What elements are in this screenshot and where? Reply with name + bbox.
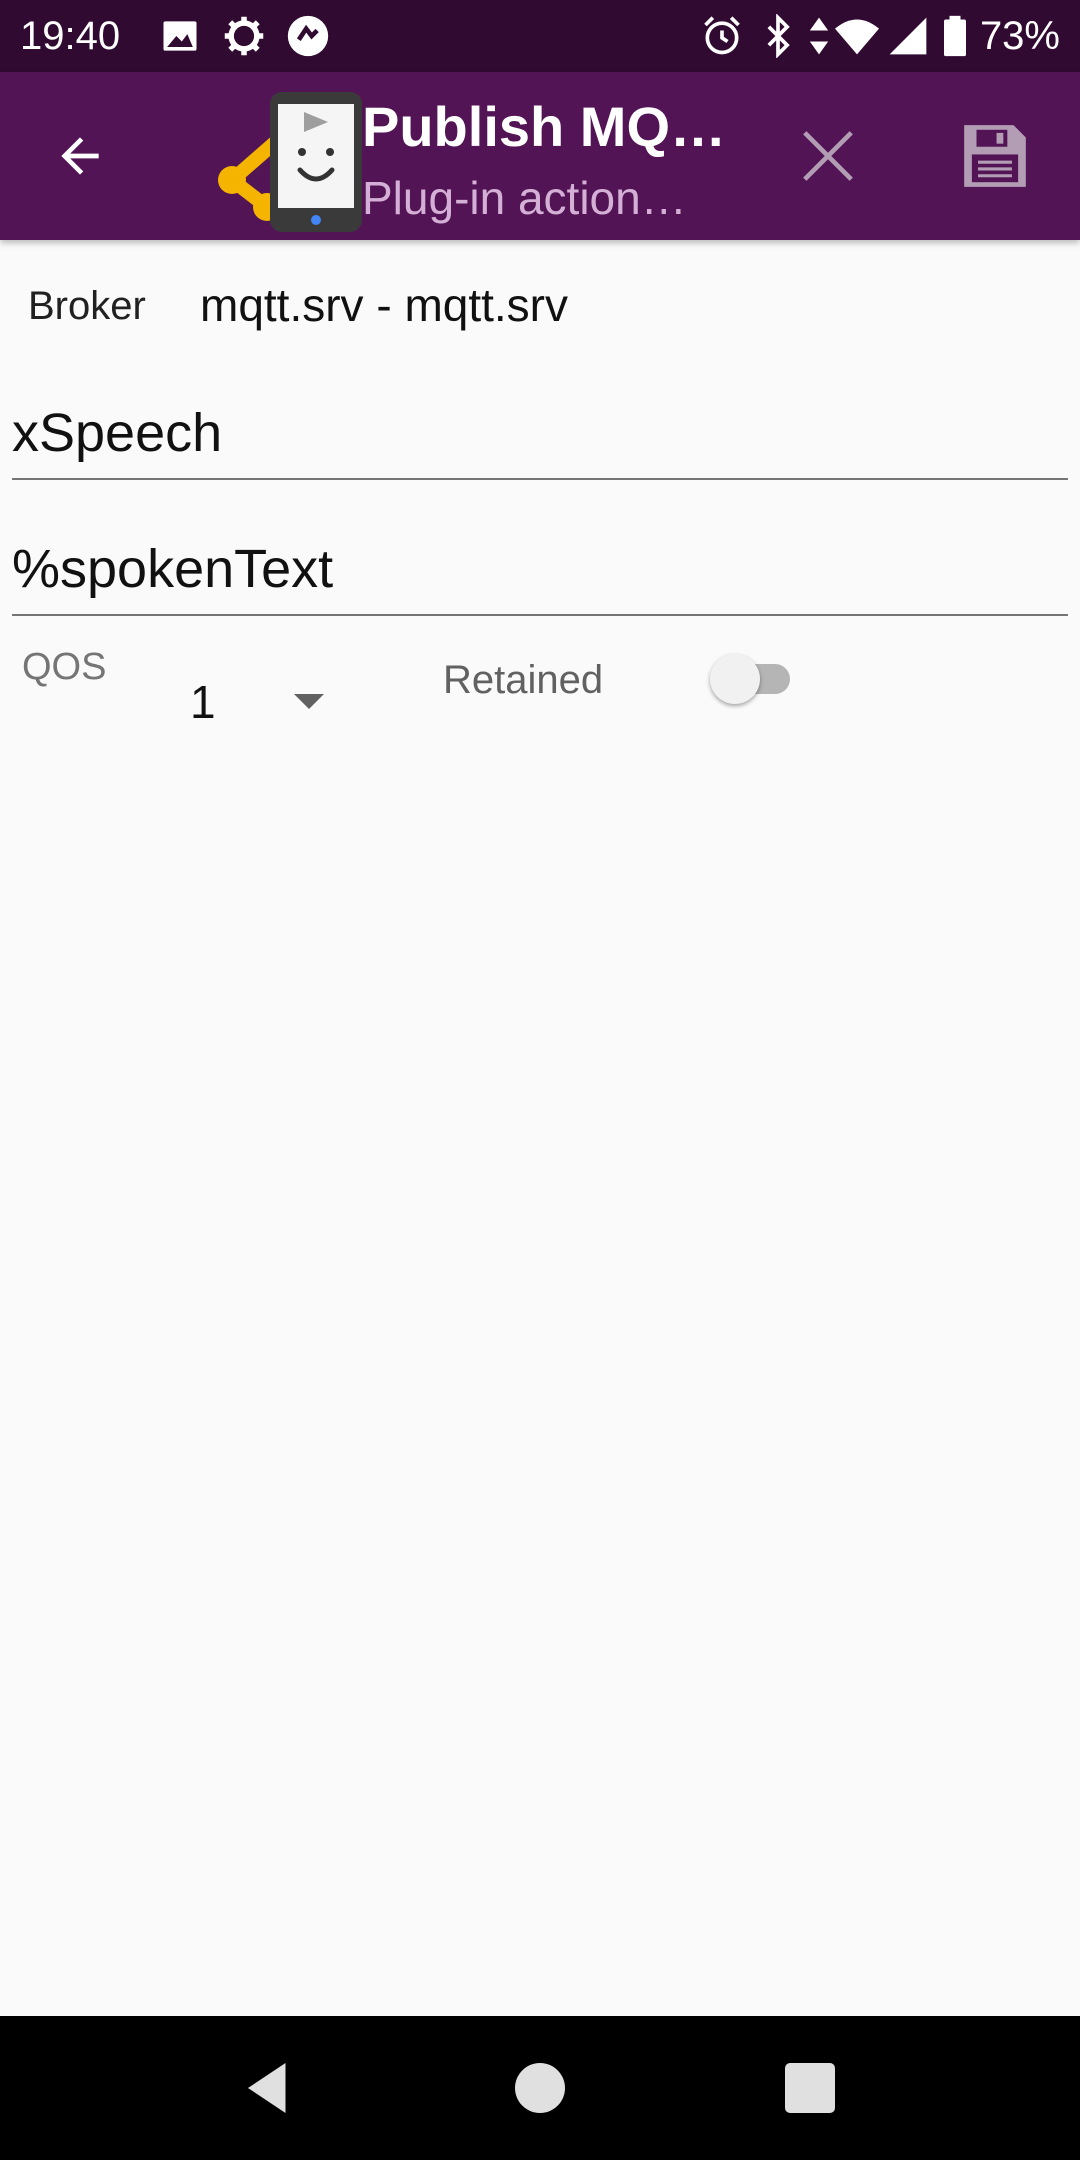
qos-label: QOS — [22, 646, 107, 688]
qos-dropdown[interactable]: 1 — [180, 670, 340, 734]
status-bar: 19:40 73% — [0, 0, 1080, 72]
back-triangle-icon — [248, 2063, 286, 2113]
back-button[interactable] — [40, 116, 120, 196]
app-notification-icon — [287, 15, 329, 57]
toggle-thumb — [710, 654, 760, 704]
broker-selector[interactable]: mqtt.srv - mqtt.srv — [200, 278, 568, 332]
close-icon — [803, 131, 853, 181]
nav-home-button[interactable] — [500, 2048, 580, 2128]
settings-icon — [224, 16, 264, 56]
app-bar: Publish MQ… Plug-in action… — [0, 72, 1080, 240]
retained-toggle[interactable] — [706, 650, 802, 706]
broker-label: Broker — [28, 284, 146, 328]
retained-label: Retained — [443, 658, 604, 702]
alarm-icon — [704, 16, 740, 55]
save-icon — [964, 125, 1026, 187]
page-title: Publish MQ… — [362, 95, 726, 158]
navigation-bar — [0, 2016, 1080, 2160]
payload-value: %spokenText — [12, 539, 334, 599]
battery-percent: 73% — [979, 14, 1060, 58]
bluetooth-icon — [767, 14, 790, 58]
dropdown-arrow-icon — [294, 694, 324, 709]
wifi-icon — [835, 19, 879, 55]
nav-back-button[interactable] — [228, 2048, 308, 2128]
topic-field[interactable]: xSpeech — [12, 400, 1068, 480]
close-button[interactable] — [788, 116, 868, 196]
status-time: 19:40 — [20, 14, 121, 58]
topic-value: xSpeech — [12, 403, 223, 463]
recents-square-icon — [785, 2063, 835, 2113]
image-icon — [163, 21, 197, 51]
payload-field[interactable]: %spokenText — [12, 536, 1068, 616]
page-subtitle: Plug-in action… — [362, 172, 687, 224]
qos-value: 1 — [190, 676, 216, 728]
save-button[interactable] — [950, 116, 1040, 196]
home-circle-icon — [515, 2063, 565, 2113]
arrow-back-icon — [61, 137, 99, 175]
tasker-plugin-icon — [218, 92, 362, 232]
battery-icon — [944, 15, 966, 57]
nav-recents-button[interactable] — [770, 2048, 850, 2128]
signal-icon — [889, 17, 927, 55]
